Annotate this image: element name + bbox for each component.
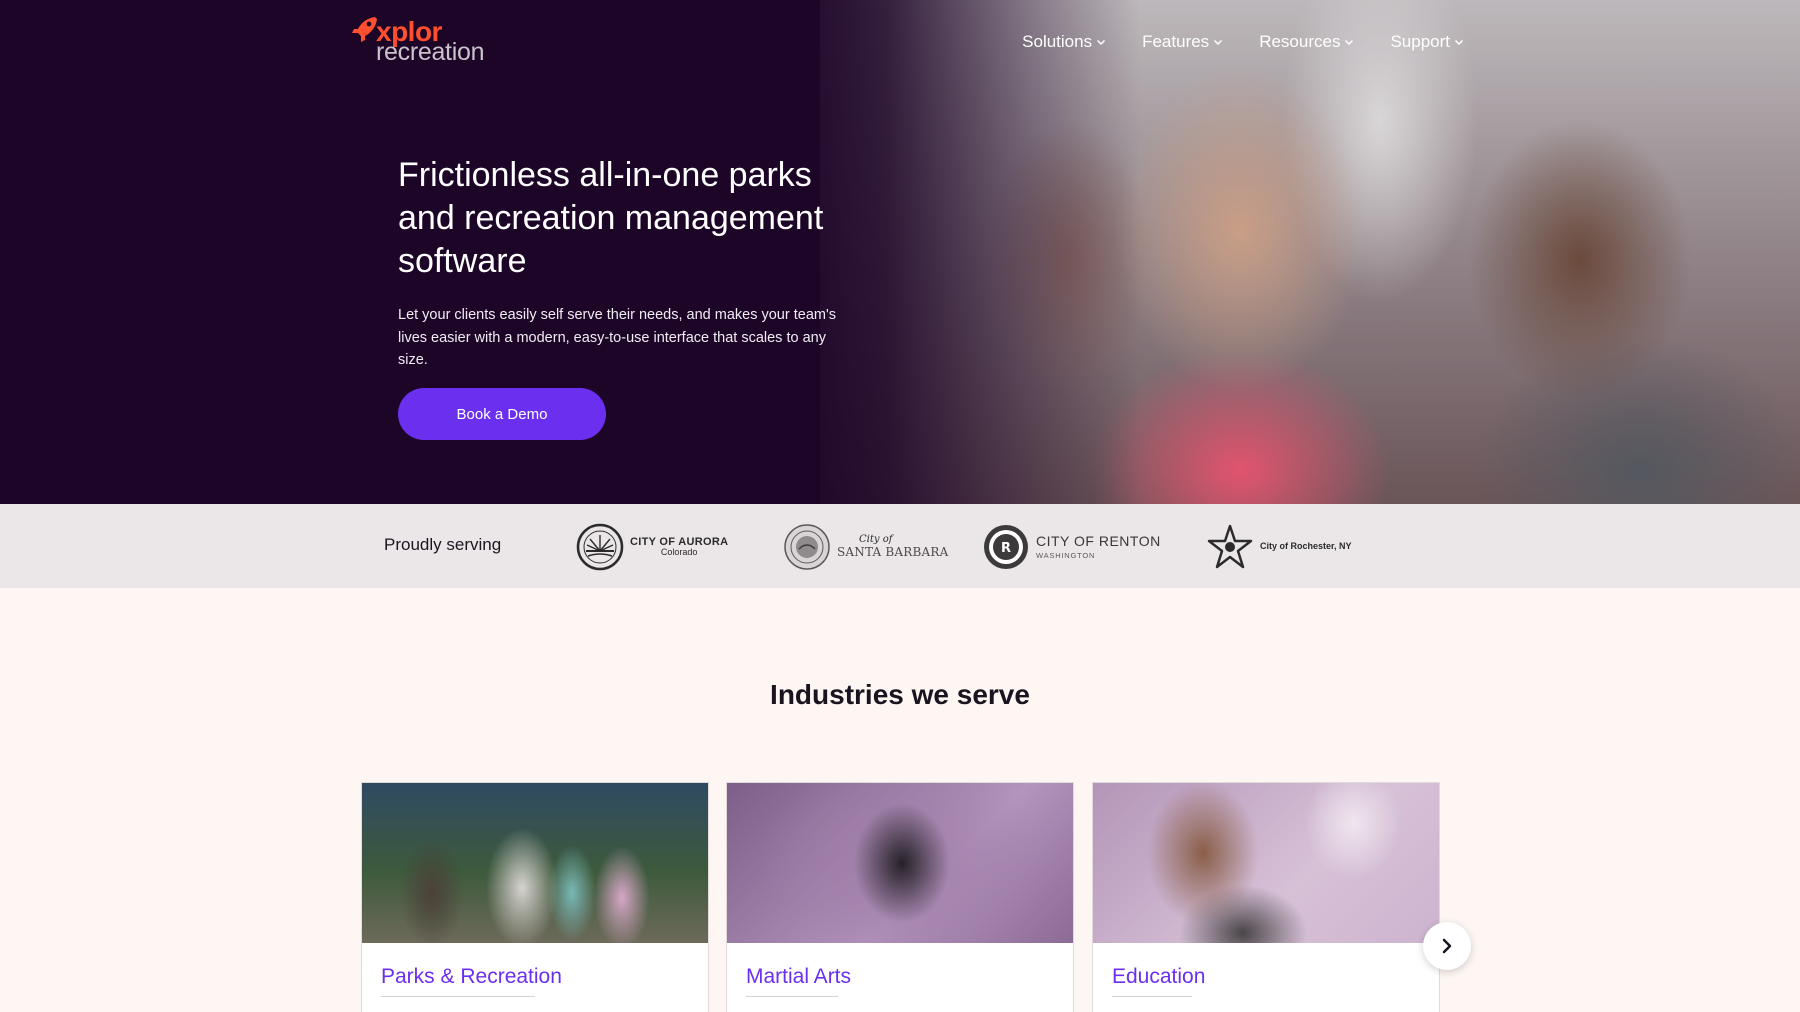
svg-text:R: R: [1001, 541, 1011, 556]
card-divider: [1112, 996, 1192, 997]
aurora-seal-icon: [576, 523, 624, 571]
hero-section: xplor recreation Solutions Features Reso…: [0, 0, 1800, 504]
hero-title: Frictionless all-in-one parks and recrea…: [398, 156, 824, 280]
industry-card-label: Education: [1112, 965, 1206, 988]
industry-card-parks[interactable]: Parks & Recreation: [361, 782, 709, 1012]
client-name: City of Rochester, NY: [1260, 541, 1352, 552]
parks-recreation-photo: [362, 783, 708, 943]
nav-item-label: Features: [1142, 32, 1210, 51]
industries-heading: Industries we serve: [770, 679, 1030, 710]
card-divider: [746, 996, 838, 997]
book-demo-button[interactable]: Book a Demo: [398, 388, 606, 440]
nav-item-features[interactable]: Features: [1142, 32, 1223, 52]
proudly-serving-label: Proudly serving: [384, 535, 502, 554]
industry-card-label: Parks & Recreation: [381, 965, 562, 988]
nav-item-label: Solutions: [1022, 32, 1093, 51]
industry-card-label: Martial Arts: [746, 965, 852, 988]
nav-item-resources[interactable]: Resources: [1259, 32, 1354, 52]
hero-description: Let your clients easily self serve their…: [398, 307, 836, 368]
client-logo-renton: R CITY OF RENTON WASHINGTON: [982, 522, 1161, 572]
client-logos-strip: Proudly serving CITY OF AURORA Colorado …: [0, 504, 1800, 588]
brand-logo[interactable]: xplor recreation: [350, 12, 500, 66]
nav-item-label: Resources: [1259, 32, 1341, 51]
client-logo-rochester: City of Rochester, NY: [1206, 522, 1352, 572]
carousel-next-button[interactable]: [1423, 922, 1471, 970]
chevron-down-icon: [1345, 39, 1354, 46]
chevron-right-icon: [1442, 938, 1452, 954]
client-name: CITY OF RENTON: [1036, 533, 1161, 550]
santa-barbara-seal-icon: [784, 524, 830, 570]
logo-wordmark-bottom: recreation: [376, 38, 485, 66]
main-nav: Solutions Features Resources Support: [1022, 32, 1464, 52]
client-subname: Colorado: [660, 547, 698, 558]
industry-card-martial-arts[interactable]: Martial Arts: [726, 782, 1074, 1012]
card-divider: [381, 996, 535, 997]
nav-item-solutions[interactable]: Solutions: [1022, 32, 1106, 52]
client-name: SANTA BARBARA: [837, 544, 949, 559]
education-photo: [1093, 783, 1439, 943]
renton-seal-icon: R: [984, 525, 1028, 569]
client-logo-santa-barbara: City of SANTA BARBARA: [783, 522, 949, 572]
martial-arts-photo: [727, 783, 1073, 943]
client-subname: WASHINGTON: [1036, 550, 1096, 560]
nav-item-label: Support: [1390, 32, 1450, 51]
nav-item-support[interactable]: Support: [1390, 32, 1464, 52]
industry-card-education[interactable]: Education: [1092, 782, 1440, 1012]
client-logo-aurora: CITY OF AURORA Colorado: [576, 522, 728, 572]
chevron-down-icon: [1214, 39, 1223, 46]
chevron-down-icon: [1454, 39, 1464, 46]
chevron-down-icon: [1097, 39, 1106, 46]
rochester-star-icon: [1207, 524, 1253, 569]
